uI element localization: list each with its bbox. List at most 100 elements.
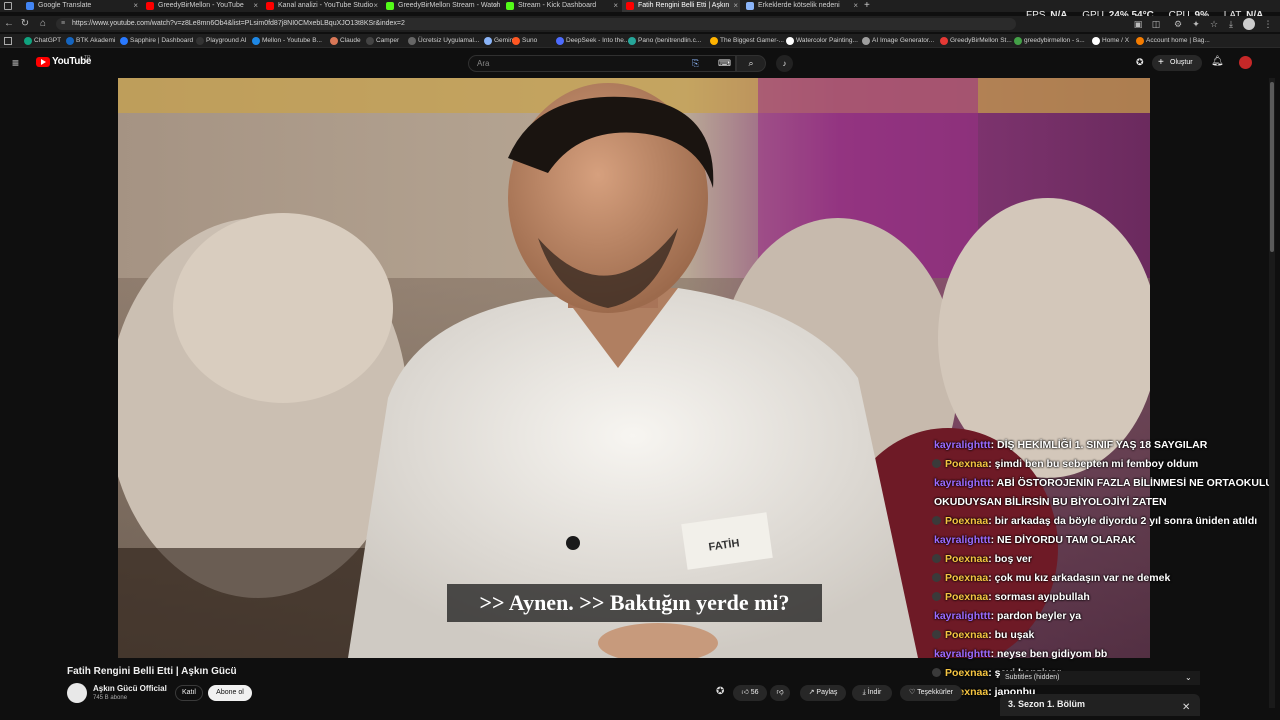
tab-2[interactable]: GreedyBirMellon - YouTube ×	[142, 0, 260, 12]
tab-6[interactable]: Fatih Rengini Belli Etti | Aşkın ×	[622, 0, 740, 12]
tab-7[interactable]: Erkeklerde kötselik nedeni ×	[742, 0, 860, 12]
bookmark-item[interactable]: Pano (benitrendlin.c...	[628, 34, 701, 48]
youtube-logo-icon[interactable]	[36, 57, 50, 67]
thanks-button[interactable]: ♡ Teşekkürler	[900, 685, 962, 701]
chat-username: Poexnaa	[945, 458, 989, 470]
extensions-icon[interactable]: ▣	[1132, 16, 1144, 32]
bookmark-item[interactable]: Sapphire | Dashboard	[120, 34, 193, 48]
tab-5[interactable]: Stream - Kick Dashboard ×	[502, 0, 620, 12]
reload-icon[interactable]: ↻	[18, 16, 32, 32]
tab-close-icon[interactable]: ×	[613, 0, 618, 12]
bookmark-item[interactable]: Home / X	[1092, 34, 1129, 48]
thumbs-down-icon: 👎︎	[776, 689, 784, 696]
video-caption: >> Aynen. >> Baktığın yerde mi?	[447, 584, 822, 622]
bookmark-item[interactable]: The Biggest Gamer-...	[710, 34, 784, 48]
tab-favicon-icon	[386, 2, 394, 10]
site-info-icon[interactable]: ≡	[61, 18, 65, 30]
url-bar[interactable]: ≡ https://www.youtube.com/watch?v=z8Le8m…	[56, 18, 1016, 30]
new-tab-button[interactable]: +	[864, 0, 870, 11]
subtitles-label: Subtitles (hidden)	[1005, 674, 1060, 681]
chat-username: Poexnaa	[945, 591, 989, 603]
translate-icon[interactable]: ⎘	[692, 57, 699, 69]
account-avatar[interactable]	[1239, 56, 1252, 69]
bookmark-item[interactable]: Mellon - Youtube B...	[252, 34, 322, 48]
bookmark-item[interactable]: Claude	[330, 34, 361, 48]
download-button[interactable]: ⤓ İndir	[852, 685, 892, 701]
tab-close-icon[interactable]: ×	[373, 0, 378, 12]
tab-title: GreedyBirMellon - YouTube	[158, 2, 244, 9]
subtitles-panel[interactable]: Subtitles (hidden)	[1000, 671, 1200, 685]
bookmark-item[interactable]: GreedyBirMellon St...	[940, 34, 1012, 48]
chat-message: Poexnaa: sorması ayıpbullah	[930, 588, 1275, 607]
puzzle-icon[interactable]: ✦	[1190, 16, 1202, 32]
bookmark-item[interactable]: Ücretsiz Uygulamal...	[408, 34, 479, 48]
bookmark-item[interactable]: Account home | Bag...	[1136, 34, 1210, 48]
tab-close-icon[interactable]: ×	[133, 0, 138, 12]
subscribe-button[interactable]: Abone ol	[208, 685, 252, 701]
apps-icon[interactable]	[4, 37, 12, 45]
home-icon[interactable]: ⌂	[36, 16, 50, 32]
bookmark-item[interactable]: greedybirmellon - s...	[1014, 34, 1085, 48]
profile-avatar[interactable]	[1243, 18, 1255, 30]
tab-close-icon[interactable]: ×	[853, 0, 858, 12]
search-button[interactable]: ⌕	[736, 55, 766, 72]
like-button[interactable]: 👍︎ 56	[733, 685, 767, 701]
chat-text: : boş ver	[988, 553, 1032, 565]
voice-search-icon[interactable]: ♪	[776, 55, 793, 72]
bookmark-item[interactable]: Camper	[366, 34, 399, 48]
download-label: İndir	[867, 689, 882, 696]
chat-username: Poexnaa	[945, 553, 989, 565]
bookmark-item[interactable]: Suno	[512, 34, 537, 48]
expand-icon[interactable]: ⌄	[1185, 673, 1192, 682]
bookmark-item[interactable]: Watercolor Painting...	[786, 34, 858, 48]
bookmark-favicon-icon	[366, 37, 374, 45]
tab-close-icon[interactable]: ×	[493, 0, 498, 12]
like-count: 56	[750, 689, 759, 696]
playlist-title[interactable]: 3. Sezon 1. Bölüm	[1008, 699, 1085, 709]
bookmark-label: Claude	[340, 37, 361, 44]
chat-message: Poexnaa: boş ver	[930, 550, 1275, 569]
bookmark-item[interactable]: ChatGPT	[24, 34, 61, 48]
tab-1[interactable]: Google Translate ×	[22, 0, 140, 12]
share-button[interactable]: ↗ Paylaş	[800, 685, 846, 701]
bookmark-item[interactable]: AI Image Generator...	[862, 34, 934, 48]
ai-sparkle-icon[interactable]: ✪	[1136, 57, 1144, 68]
bookmark-label: Playground AI	[206, 37, 247, 44]
bookmark-item[interactable]: BTK Akademi	[66, 34, 115, 48]
tab-actions-icon[interactable]	[4, 2, 12, 10]
tab-4[interactable]: GreedyBirMellon Stream - Watch ×	[382, 0, 500, 12]
bookmark-star-icon[interactable]: ☆	[1208, 16, 1220, 32]
chat-username: kayralighttt	[934, 534, 991, 546]
channel-subscriber-count: 745 B abone	[93, 695, 128, 701]
bookmark-item[interactable]: Playground AI	[196, 34, 246, 48]
back-button[interactable]: ←	[2, 16, 16, 32]
chat-text: : DİŞ HEKİMLİĞİ 1. SINIF YAŞ 18 SAYGILAR	[990, 439, 1208, 451]
browser-menu-icon[interactable]: ⋮	[1262, 16, 1274, 32]
chat-username: Poexnaa	[945, 515, 989, 527]
tab-close-icon[interactable]: ×	[733, 0, 738, 12]
user-badge-icon	[932, 459, 941, 468]
dislike-button[interactable]: 👎︎	[770, 685, 790, 701]
download-icon[interactable]: ⤓	[1225, 16, 1237, 32]
bookmark-favicon-icon	[196, 37, 204, 45]
settings-icon[interactable]: ⚙	[1172, 16, 1184, 32]
notifications-bell-icon[interactable]: 🔔︎	[1211, 56, 1224, 67]
tab-title: Stream - Kick Dashboard	[518, 2, 597, 9]
hamburger-menu-icon[interactable]: ≡	[12, 56, 24, 70]
bookmark-item[interactable]: DeepSeek - Into the...	[556, 34, 629, 48]
channel-name[interactable]: Aşkın Gücü Official	[93, 684, 167, 693]
channel-avatar[interactable]	[67, 683, 87, 703]
tab-3[interactable]: Kanal analizi - YouTube Studio ×	[262, 0, 380, 12]
create-button[interactable]: + Oluştur	[1152, 55, 1202, 71]
ai-summary-icon[interactable]: ✪	[716, 686, 724, 697]
keyboard-icon[interactable]: ⌨	[718, 57, 731, 69]
scrollbar-thumb[interactable]	[1270, 82, 1274, 252]
close-icon[interactable]: ✕	[1182, 702, 1190, 713]
share-label: Paylaş	[816, 689, 838, 696]
tab-close-icon[interactable]: ×	[253, 0, 258, 12]
bookmark-item[interactable]: Gemini	[484, 34, 515, 48]
join-button[interactable]: Katıl	[175, 685, 203, 701]
chat-username: Poexnaa	[945, 667, 989, 679]
cast-icon[interactable]: ◫	[1150, 16, 1162, 32]
bookmark-favicon-icon	[24, 37, 32, 45]
